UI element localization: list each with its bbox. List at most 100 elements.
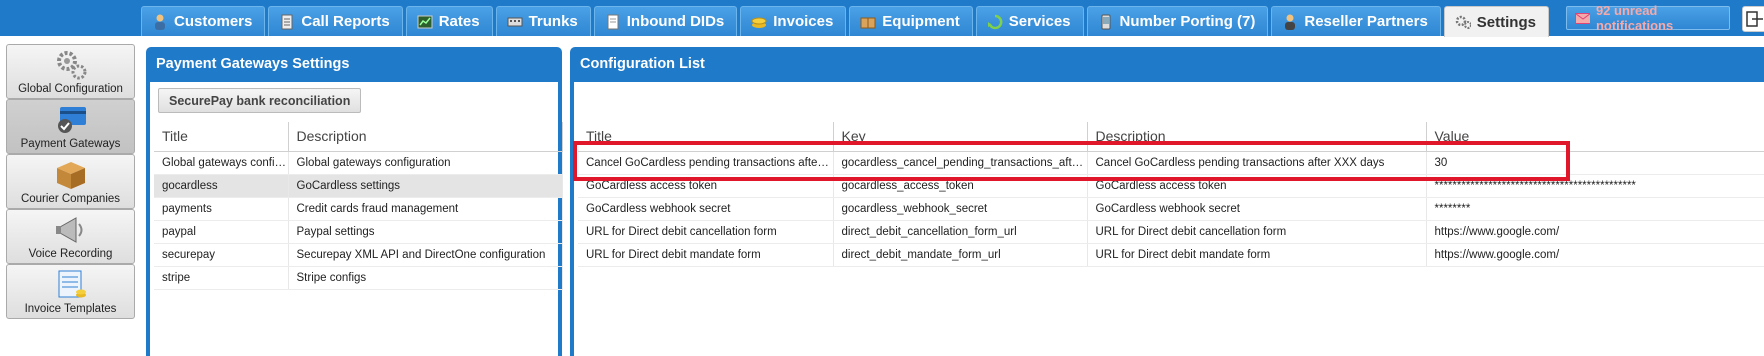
tab-rates[interactable]: Rates (405, 6, 493, 36)
cell-title: gocardless (154, 174, 289, 198)
sidebar-item-label: Courier Companies (20, 193, 121, 205)
cell-title: paypal (154, 220, 289, 244)
top-navigation-bar: Customers Call Reports Rates Trunks Inbo… (0, 0, 1764, 37)
table-row[interactable]: gocardless GoCardless settings (154, 174, 563, 198)
rates-icon (417, 14, 433, 30)
settings-sidebar: Global Configuration Payment Gateways Co… (0, 44, 140, 356)
column-header-description[interactable]: Description (288, 122, 563, 152)
table-row[interactable]: securepay Securepay XML API and DirectOne… (154, 243, 563, 267)
tab-settings[interactable]: Settings (1443, 6, 1549, 37)
cell-description: Global gateways configuration (288, 151, 563, 175)
table-header-row: Title Key Description Value (578, 122, 1764, 152)
table-row[interactable]: URL for Direct debit cancellation form di… (578, 220, 1764, 244)
tab-label: Settings (1476, 13, 1536, 31)
securepay-reconciliation-button[interactable]: SecurePay bank reconciliation (158, 88, 362, 113)
cell-title: GoCardless webhook secret (578, 197, 834, 221)
table-row[interactable]: Cancel GoCardless pending transactions a… (578, 151, 1764, 175)
table-row[interactable]: URL for Direct debit mandate form direct_… (578, 243, 1764, 267)
cell-title: securepay (154, 243, 289, 267)
configuration-table: Title Key Description Value Cancel GoCar… (578, 122, 1764, 267)
call-reports-icon (279, 14, 295, 30)
trunks-icon (507, 14, 523, 30)
tab-inbound-dids[interactable]: Inbound DIDs (593, 6, 738, 36)
sidebar-item-invoice-templates[interactable]: Invoice Templates (6, 264, 135, 319)
services-icon (987, 14, 1003, 30)
cell-title: stripe (154, 266, 289, 290)
column-header-title[interactable]: Title (154, 122, 289, 152)
table-row[interactable]: GoCardless webhook secret gocardless_webh… (578, 197, 1764, 221)
tab-equipment[interactable]: Equipment (849, 6, 973, 36)
cell-value: https://www.google.com/ (1426, 243, 1764, 267)
gateways-table: Title Description Global gateways config… (154, 122, 563, 290)
settings-icon (1455, 14, 1471, 30)
sidebar-item-courier-companies[interactable]: Courier Companies (6, 154, 135, 209)
cell-key: gocardless_access_token (833, 174, 1088, 198)
cell-description: Paypal settings (288, 220, 563, 244)
panel-body: SecurePay bank reconciliation Title Desc… (150, 82, 563, 356)
sidebar-item-global-configuration[interactable]: Global Configuration (6, 44, 135, 99)
column-header-value[interactable]: Value (1426, 122, 1764, 152)
cell-title: Cancel GoCardless pending transactions a… (578, 151, 834, 175)
cell-value: https://www.google.com/ (1426, 220, 1764, 244)
panel-title: Configuration List (580, 56, 705, 72)
notifications-label: 92 unread notifications (1595, 3, 1674, 33)
table-row[interactable]: paypal Paypal settings (154, 220, 563, 244)
tab-label: Services (1008, 13, 1071, 30)
sidebar-item-label: Global Configuration (18, 83, 123, 95)
cell-value: ****************************************… (1426, 174, 1764, 198)
sidebar-item-voice-recording[interactable]: Voice Recording (6, 209, 135, 264)
cell-description: GoCardless webhook secret (1087, 197, 1427, 221)
cell-title: Global gateways configuration (154, 151, 289, 175)
cell-description: Credit cards fraud management (288, 197, 563, 221)
tab-label: Inbound DIDs (626, 13, 725, 30)
gears-icon (56, 51, 86, 80)
tab-call-reports[interactable]: Call Reports (268, 6, 403, 36)
panel-title: Payment Gateways Settings (156, 56, 350, 72)
reseller-partners-icon (1282, 14, 1298, 30)
tab-label: Customers (174, 13, 253, 30)
logout-icon (1746, 11, 1763, 27)
cell-description: GoCardless settings (288, 174, 563, 198)
tab-label: Rates (438, 13, 480, 30)
tab-invoices[interactable]: Invoices (740, 6, 847, 36)
cell-title: GoCardless access token (578, 174, 834, 198)
payment-gateways-panel: Payment Gateways Settings SecurePay bank… (146, 47, 563, 356)
tab-customers[interactable]: Customers (141, 6, 266, 36)
table-row[interactable]: stripe Stripe configs (154, 266, 563, 290)
tab-reseller-partners[interactable]: Reseller Partners (1271, 6, 1441, 36)
notifications-button[interactable]: 92 unread notifications (1566, 3, 1730, 33)
table-row[interactable]: Global gateways configurationGlobal gate… (154, 151, 563, 175)
payment-card-icon (57, 107, 86, 133)
tab-trunks[interactable]: Trunks (495, 6, 591, 36)
number-porting-icon (1098, 14, 1114, 30)
column-header-title[interactable]: Title (578, 122, 834, 152)
table-row[interactable]: GoCardless access token gocardless_access… (578, 174, 1764, 198)
column-header-description[interactable]: Description (1087, 122, 1427, 152)
tab-label: Trunks (528, 13, 578, 30)
cell-title: payments (154, 197, 289, 221)
sidebar-item-label: Voice Recording (28, 248, 113, 260)
tab-label: Call Reports (301, 13, 390, 30)
package-box-icon (56, 162, 85, 189)
sidebar-item-label: Payment Gateways (20, 138, 121, 150)
cell-description: Securepay XML API and DirectOne configur… (288, 243, 563, 267)
cell-key: gocardless_webhook_secret (833, 197, 1088, 221)
column-header-key[interactable]: Key (833, 122, 1088, 152)
sidebar-item-payment-gateways[interactable]: Payment Gateways (6, 99, 135, 154)
tab-services[interactable]: Services (975, 6, 1084, 36)
panel-body: Title Key Description Value Cancel GoCar… (574, 82, 1764, 356)
cell-description: Stripe configs (288, 266, 563, 290)
cell-value: ******** (1426, 197, 1764, 221)
tab-number-porting[interactable]: Number Porting (7) (1086, 6, 1269, 36)
cell-key: gocardless_cancel_pending_transactions_a… (833, 151, 1088, 175)
cell-key: direct_debit_cancellation_form_url (833, 220, 1088, 244)
cell-title: URL for Direct debit cancellation form (578, 220, 834, 244)
sidebar-item-label: Invoice Templates (24, 303, 117, 315)
cell-description: URL for Direct debit cancellation form (1087, 220, 1427, 244)
logout-button[interactable] (1742, 6, 1764, 32)
inbound-dids-icon (605, 14, 621, 30)
table-row[interactable]: payments Credit cards fraud management (154, 197, 563, 221)
cell-description: URL for Direct debit mandate form (1087, 243, 1427, 267)
invoices-icon (751, 14, 767, 30)
equipment-icon (860, 14, 876, 30)
